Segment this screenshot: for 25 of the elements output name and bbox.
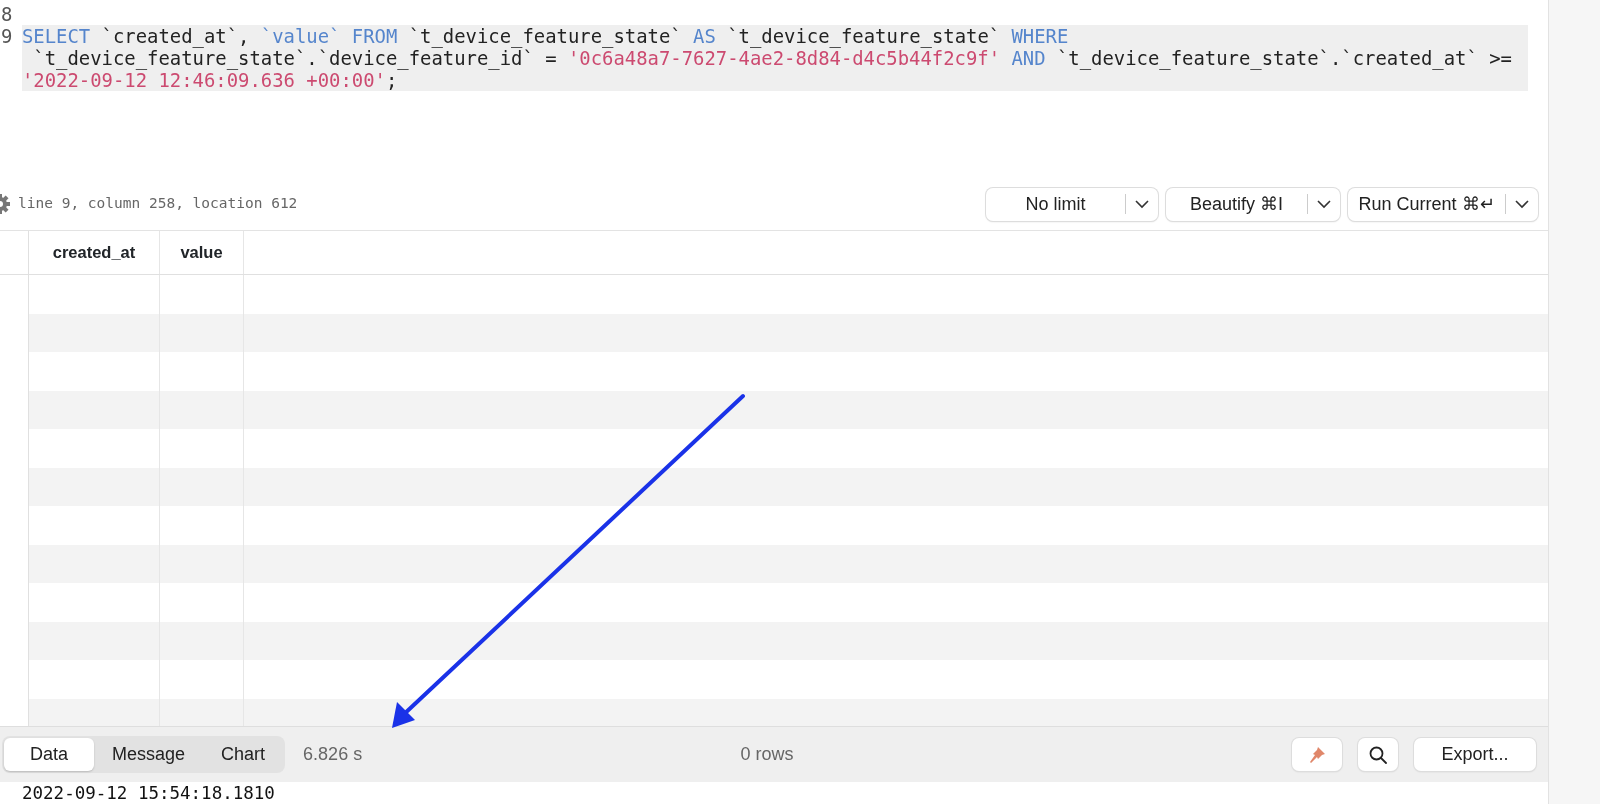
column-header[interactable]: value [180, 240, 223, 265]
code-line: `t_device_feature_state`.`device_feature_id` = '0c6a48a7-7627-4ae2-8d84-d4c5b44f2c9f' AND `t_device_feature_state`.`created_at` >= [32, 47, 1512, 69]
column-header[interactable]: created_at [52, 240, 136, 265]
row-count: 0 rows [739, 743, 795, 766]
code-line: '2022-09-12 12:46:09.636 +00:00'; [22, 69, 398, 91]
code-line: SELECT `created_at`, `value` FROM `t_device_feature_state` AS `t_device_feature_state` WHERE [22, 25, 1069, 47]
line-number: 9 [1, 25, 13, 47]
view-tab[interactable]: Message [94, 738, 204, 771]
search-icon [1368, 744, 1388, 765]
dropdown-button[interactable]: Beautify ⌘I [1166, 187, 1340, 221]
chevron-down-icon [1135, 199, 1149, 209]
elapsed-time: 6.826 s [303, 743, 363, 766]
line-number: 8 [1, 3, 13, 25]
dropdown-button[interactable]: Run Current ⌘↵ [1348, 187, 1538, 221]
cursor-position: line 9, column 258, location 612 [18, 194, 298, 214]
view-tab[interactable]: Data [4, 738, 95, 771]
pin-button[interactable] [1292, 738, 1342, 771]
export-button[interactable]: Export... [1414, 738, 1536, 771]
dropdown-button[interactable]: No limit [986, 187, 1158, 221]
view-tab[interactable]: Chart [203, 738, 284, 771]
chevron-down-icon [1317, 199, 1331, 209]
chevron-down-icon [1515, 199, 1529, 209]
log-line: 2022-09-12 15:54:18.1810 [21, 782, 276, 804]
pin-icon [1307, 744, 1327, 765]
search-button[interactable] [1358, 738, 1398, 771]
